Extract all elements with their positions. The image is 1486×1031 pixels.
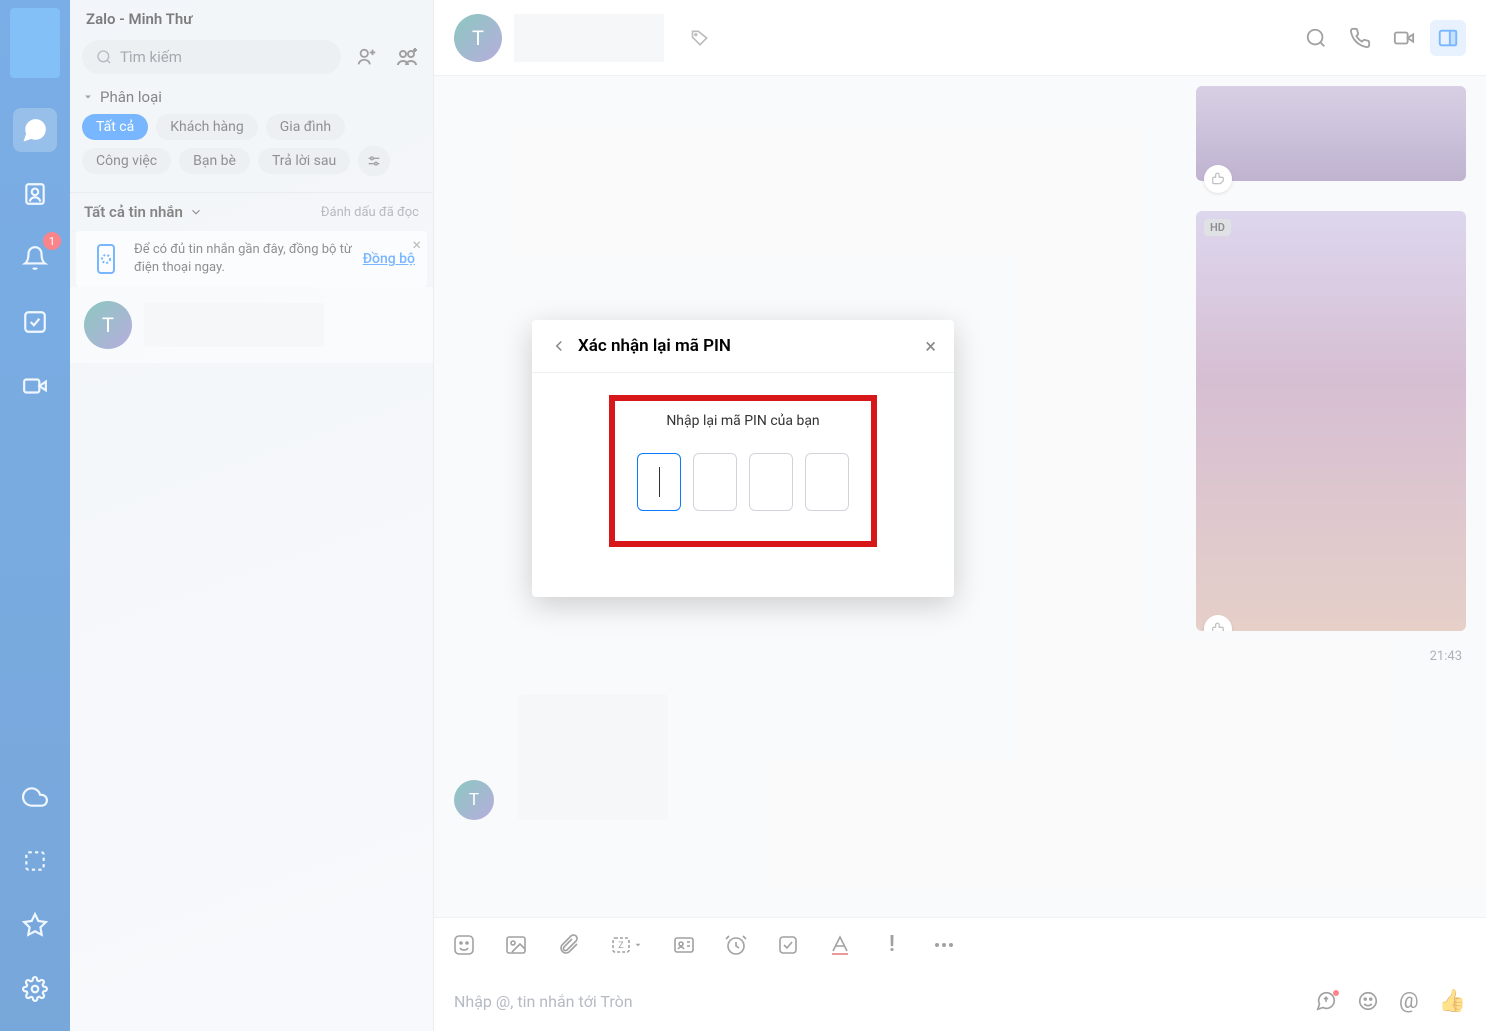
pin-digit-2[interactable] — [693, 453, 737, 511]
pin-prompt: Nhập lại mã PIN của bạn — [637, 413, 849, 429]
pin-highlight-box: Nhập lại mã PIN của bạn — [609, 395, 877, 547]
pin-digit-4[interactable] — [805, 453, 849, 511]
dialog-title: Xác nhận lại mã PIN — [578, 336, 925, 356]
dialog-close-button[interactable]: × — [925, 334, 936, 358]
pin-digit-3[interactable] — [749, 453, 793, 511]
pin-confirm-dialog: Xác nhận lại mã PIN × Nhập lại mã PIN củ… — [532, 320, 954, 597]
dialog-back-button[interactable] — [550, 337, 568, 355]
pin-digit-1[interactable] — [637, 453, 681, 511]
modal-overlay: Xác nhận lại mã PIN × Nhập lại mã PIN củ… — [0, 0, 1486, 1031]
pin-input-group — [637, 453, 849, 511]
